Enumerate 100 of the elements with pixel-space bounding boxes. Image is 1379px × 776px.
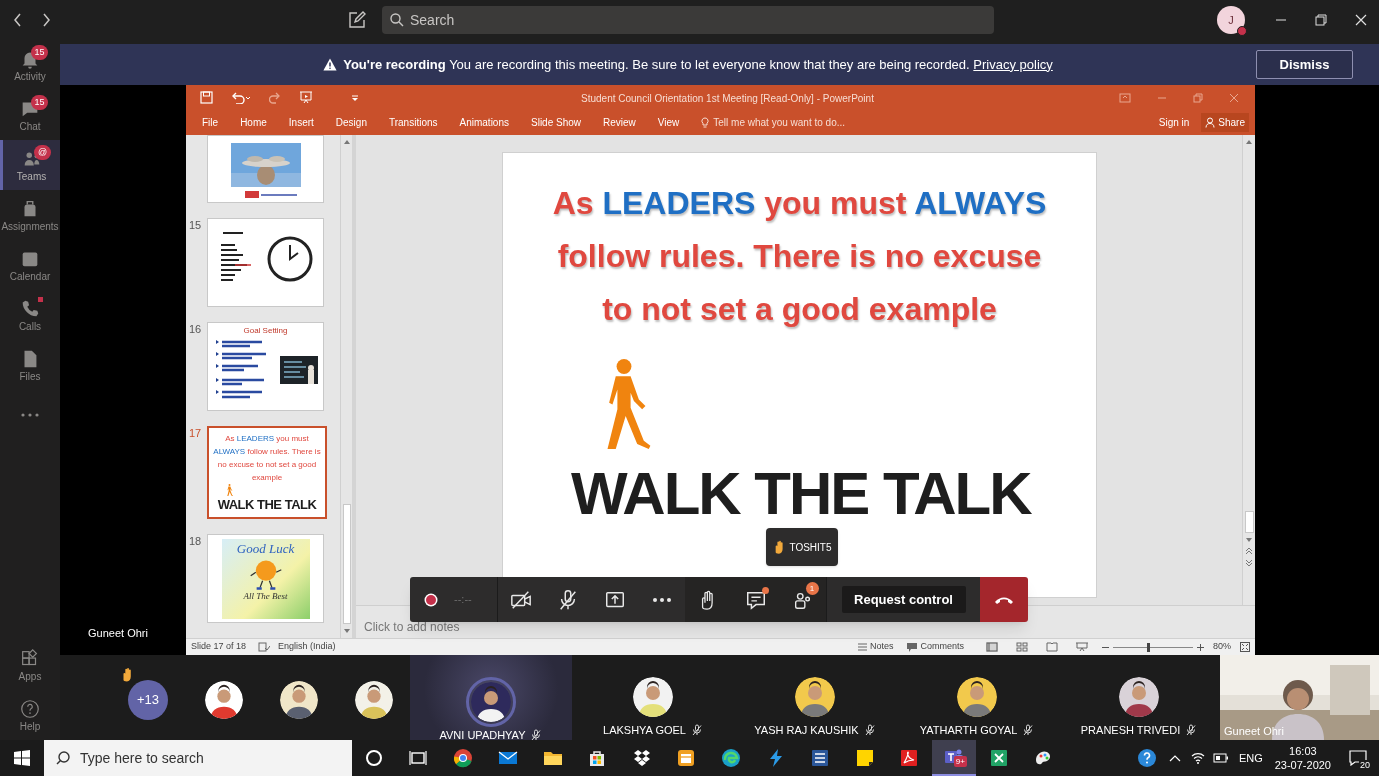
app-bar-item[interactable]: Teams @ — [0, 140, 60, 190]
app-bar-item[interactable]: Assignments — [0, 190, 60, 240]
slideshow-icon[interactable] — [299, 91, 313, 104]
search-field[interactable]: Search — [382, 6, 994, 34]
forward-icon[interactable] — [41, 13, 51, 27]
participant-tile[interactable]: AVNI UPADHYAY — [410, 655, 572, 740]
scrollbar-thumb[interactable] — [1244, 511, 1254, 533]
clipart-caption: All The Best — [243, 591, 288, 602]
app-bar-item[interactable]: Calendar — [0, 240, 60, 290]
ribbon-tab[interactable]: Design — [335, 115, 367, 130]
word-icon — [810, 748, 831, 768]
slide-heading: As LEADERS you must ALWAYS follow rules. There is no excuse to not set a good example — [551, 184, 1048, 329]
notes-placeholder[interactable]: Click to add notes — [364, 618, 460, 636]
more-participants-badge[interactable]: +13 — [128, 679, 168, 720]
slide-thumbnail[interactable]: Goal Setting — [207, 322, 324, 411]
lightbulb-icon — [701, 117, 710, 128]
app-bar-item[interactable]: Files — [0, 340, 60, 390]
notes-button[interactable]: Notes — [857, 640, 894, 654]
chevron-up-icon[interactable] — [1168, 754, 1181, 762]
chrome-icon — [453, 748, 474, 768]
ribbon-tab[interactable]: Home — [240, 115, 267, 130]
windows-icon — [14, 750, 30, 766]
slide-counter: Slide 17 of 18 — [191, 640, 247, 654]
slide-thumbnail[interactable] — [207, 218, 324, 307]
ribbon-tab[interactable]: Transitions — [388, 115, 438, 130]
battery-icon[interactable] — [1212, 753, 1229, 763]
ribbon-tab[interactable]: File — [202, 115, 219, 130]
scroll-up-icon[interactable] — [342, 139, 351, 145]
app-bar-item[interactable]: Help — [0, 690, 60, 740]
zoom-in-icon[interactable] — [1197, 643, 1204, 651]
tell-me-field[interactable]: Tell me what you want to do... — [701, 115, 846, 130]
next-slide-icon[interactable] — [1245, 559, 1253, 567]
ribbon-tab[interactable]: Slide Show — [531, 115, 581, 130]
clock-button[interactable]: 16:03 23-07-2020 — [1274, 744, 1331, 772]
taskbar-app-button[interactable]: 9+ — [931, 740, 977, 776]
edge-icon — [721, 748, 742, 768]
save-icon[interactable] — [200, 91, 213, 104]
close-icon[interactable] — [1355, 14, 1367, 26]
scroll-up-icon[interactable] — [1245, 139, 1253, 145]
ribbon-tab[interactable]: Review — [603, 115, 636, 130]
slider-thumb[interactable] — [1146, 642, 1150, 652]
participant-name: TOSHIT5 — [789, 540, 832, 555]
ribbon-tab[interactable]: Insert — [288, 115, 314, 130]
slideshow-icon[interactable] — [1076, 642, 1088, 652]
back-icon[interactable] — [13, 13, 23, 27]
scroll-down-icon[interactable] — [1245, 537, 1253, 543]
app-bar-item[interactable]: Apps — [0, 640, 60, 690]
spelling-icon[interactable] — [258, 642, 271, 652]
fit-to-window-icon[interactable] — [1240, 642, 1250, 652]
ribbon-tab[interactable]: View — [657, 115, 680, 130]
sticky-note-icon — [854, 748, 875, 768]
participant-name: PRANESH TRIVEDI — [1080, 722, 1181, 738]
acrobat-icon — [899, 748, 920, 768]
share-button[interactable]: Share — [1201, 113, 1249, 132]
privacy-policy-link[interactable]: Privacy policy — [973, 56, 1053, 72]
dismiss-button[interactable]: Dismiss — [1256, 50, 1353, 79]
presenter-name: Guneet Ohri — [88, 626, 148, 641]
app-bar-item[interactable]: Activity 15 — [0, 40, 60, 90]
normal-view-icon[interactable] — [986, 642, 998, 652]
clock-icon — [266, 236, 313, 282]
person-icon — [1205, 117, 1216, 128]
ribbon-tab[interactable]: Animations — [459, 115, 509, 130]
wifi-icon[interactable] — [1190, 752, 1205, 764]
scrollbar-thumb[interactable] — [342, 504, 351, 624]
help-icon[interactable] — [1136, 748, 1157, 768]
restore-icon[interactable] — [1315, 14, 1327, 26]
previous-slide-icon[interactable] — [1245, 547, 1253, 555]
scrollbar[interactable] — [340, 135, 352, 638]
input-language[interactable]: ENG — [1238, 749, 1263, 767]
account-avatar[interactable]: J — [1217, 6, 1245, 34]
customize-icon[interactable] — [351, 93, 359, 102]
record-icon[interactable] — [424, 592, 438, 607]
search-icon — [390, 13, 404, 27]
scroll-down-icon[interactable] — [342, 628, 351, 634]
hang-up-button[interactable] — [980, 577, 1028, 622]
calendar-app-icon — [676, 748, 697, 768]
ball-figure-drawing — [248, 557, 283, 591]
zoom-level[interactable]: 80% — [1213, 640, 1231, 654]
slide-footer: WALK THE TALK — [571, 464, 1031, 524]
scrollbar[interactable] — [1242, 135, 1255, 605]
slide-number: 15 — [188, 218, 203, 233]
notification-badge: 15 — [31, 45, 48, 60]
undo-icon[interactable] — [231, 91, 251, 104]
taskbar-search-field[interactable]: Type here to search — [44, 740, 352, 776]
compose-icon[interactable] — [348, 11, 366, 29]
app-bar-item[interactable]: Chat 15 — [0, 90, 60, 140]
notification-count: 20 — [1359, 760, 1371, 770]
slide-thumbnail[interactable]: As LEADERS you must ALWAYS follow rules. There is no excuse to not set a good example WALK THE TALK — [207, 426, 327, 519]
app-bar-item[interactable]: Calls — [0, 290, 60, 340]
slide-sorter-icon[interactable] — [1016, 642, 1028, 652]
language-label[interactable]: English (India) — [278, 640, 336, 654]
reading-view-icon[interactable] — [1046, 642, 1058, 652]
call-timer: --:-- — [454, 592, 472, 608]
sign-in-link[interactable]: Sign in — [1158, 115, 1190, 130]
notifications-button[interactable]: 20 — [1345, 740, 1371, 776]
slide-thumbnail[interactable] — [207, 135, 324, 203]
notification-badge: 1 — [805, 581, 819, 595]
request-control-button[interactable]: Request control — [841, 586, 966, 613]
comments-button[interactable]: Comments — [907, 640, 964, 654]
slide-thumbnail[interactable]: Good Luck All The Best — [207, 534, 324, 623]
